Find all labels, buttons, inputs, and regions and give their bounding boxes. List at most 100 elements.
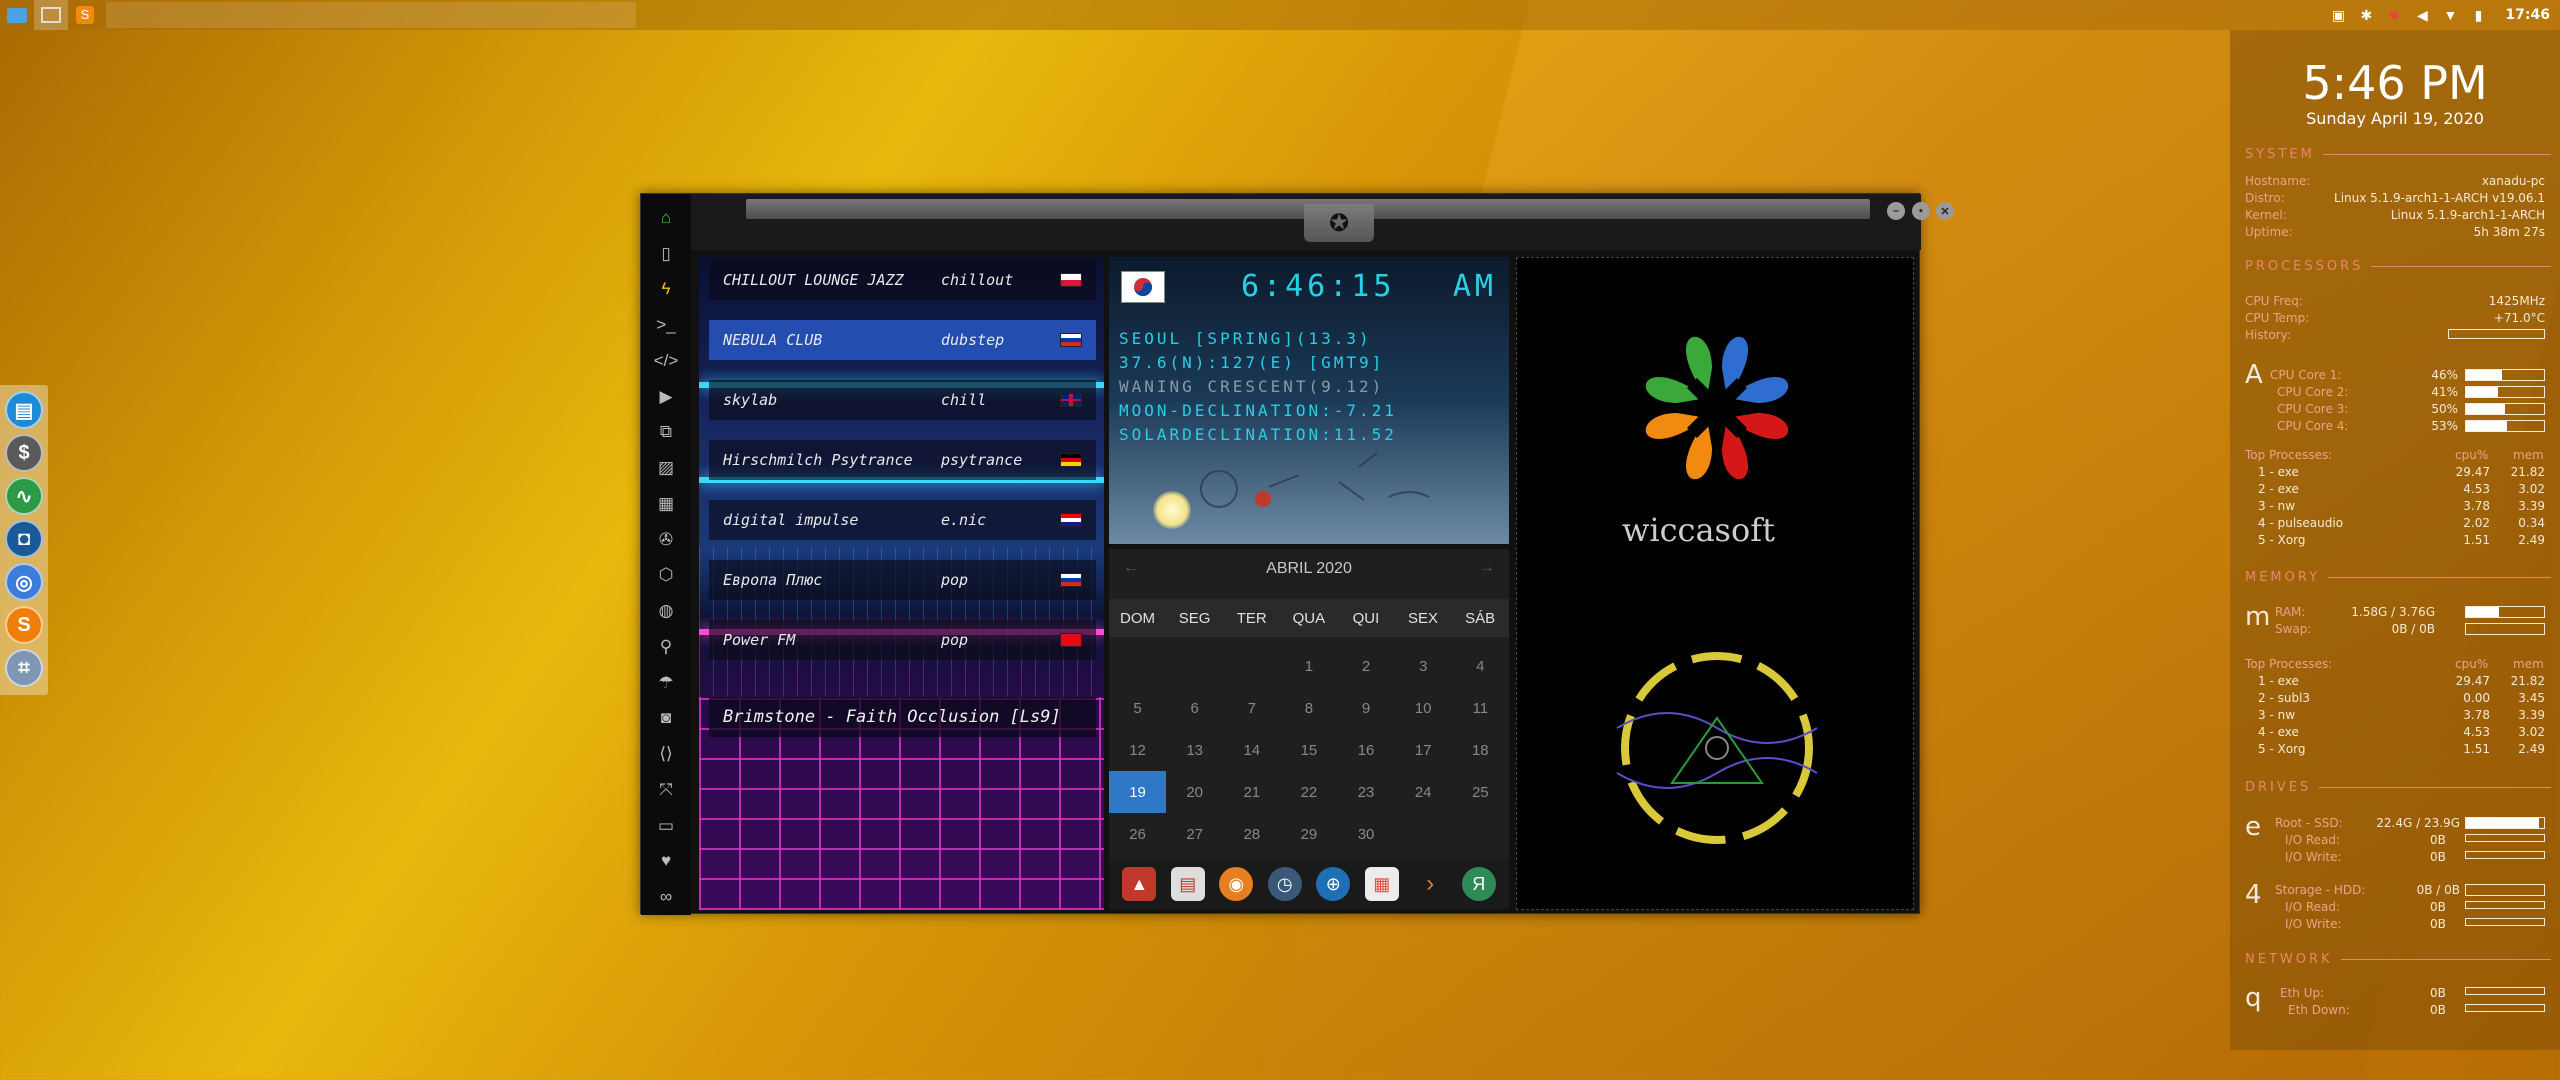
calendar-app-icon[interactable]: ▤ <box>1170 867 1205 901</box>
storage-drive-bar <box>2465 884 2545 896</box>
window-titlebar[interactable]: ✪ – ▪ ✕ <box>691 194 1954 250</box>
terminal-dollar-icon[interactable]: $ <box>5 434 43 472</box>
update-icon[interactable]: ✸ <box>2385 7 2403 23</box>
clock-app-icon[interactable]: ◷ <box>1267 867 1302 901</box>
station-row[interactable]: Европа Плюс pop <box>709 560 1096 600</box>
calendar-day[interactable]: 11 <box>1452 687 1509 729</box>
calendar-day[interactable]: 3 <box>1395 645 1452 687</box>
copy-icon[interactable]: ⧉ <box>641 415 691 451</box>
youtube-icon[interactable]: ▭ <box>641 808 691 844</box>
globe-app-icon[interactable]: ⊕ <box>1316 867 1351 901</box>
news-icon[interactable]: ▦ <box>641 486 691 522</box>
document-icon[interactable]: ▯ <box>641 236 691 272</box>
umbrella-icon[interactable]: ☂ <box>641 665 691 701</box>
station-row[interactable]: Hirschmilch Psytrance psytrance <box>709 440 1096 480</box>
maximize-button[interactable]: ▪ <box>1912 202 1930 220</box>
station-row[interactable]: skylab chill <box>709 380 1096 420</box>
code-icon[interactable]: </> <box>641 343 691 379</box>
screenshot-icon[interactable]: ▣ <box>2329 7 2347 23</box>
calendar-day[interactable]: 18 <box>1452 729 1509 771</box>
panel-clock[interactable]: 17:46 <box>2505 7 2550 23</box>
calendar-day[interactable]: 25 <box>1452 771 1509 813</box>
next-month-icon[interactable]: → <box>1479 559 1495 577</box>
calendar-day[interactable]: 9 <box>1338 687 1395 729</box>
rebel-icon[interactable]: ✇ <box>641 522 691 558</box>
calendar-day[interactable]: 10 <box>1395 687 1452 729</box>
wifi-icon[interactable]: ▼ <box>2441 7 2459 23</box>
search-icon[interactable]: ⚲ <box>641 629 691 665</box>
calendar-day[interactable]: 30 <box>1338 813 1395 855</box>
calendar-day[interactable]: 15 <box>1280 729 1337 771</box>
calendar-day[interactable]: 12 <box>1109 729 1166 771</box>
search-app-icon[interactable]: ◉ <box>1219 867 1254 901</box>
cpu-core-bar <box>2465 369 2545 381</box>
calendar-day[interactable]: 22 <box>1280 771 1337 813</box>
screenshot-app-icon[interactable]: ◘ <box>5 520 43 558</box>
calendar-day[interactable]: 17 <box>1395 729 1452 771</box>
next-app-icon[interactable]: › <box>1413 867 1447 901</box>
station-row[interactable]: NEBULA CLUB dubstep <box>709 320 1096 360</box>
calendar-day[interactable]: 2 <box>1338 645 1395 687</box>
calendar-day[interactable]: 23 <box>1338 771 1395 813</box>
calendar-day[interactable]: 19 <box>1109 771 1167 813</box>
chromium-icon[interactable]: ◎ <box>5 563 43 601</box>
io-write-label: I/O Write: <box>2285 850 2342 864</box>
calendar-day <box>1452 813 1509 855</box>
portrait-icon[interactable]: ◙ <box>641 701 691 737</box>
io-write-value: 0B <box>2430 850 2446 864</box>
browser-window-icon[interactable]: ▤ <box>5 391 43 429</box>
station-row[interactable]: CHILLOUT LOUNGE JAZZ chillout <box>709 260 1096 300</box>
calendar-day[interactable]: 27 <box>1166 813 1223 855</box>
calendar-day[interactable]: 20 <box>1166 771 1223 813</box>
calendar-day[interactable]: 21 <box>1223 771 1280 813</box>
calendar-day[interactable]: 8 <box>1280 687 1337 729</box>
calendar-day[interactable]: 28 <box>1223 813 1280 855</box>
calendar-day[interactable]: 14 <box>1223 729 1280 771</box>
taskbar-area[interactable] <box>106 2 636 28</box>
calendar-day[interactable]: 16 <box>1338 729 1395 771</box>
sublime-text-icon[interactable]: S <box>5 606 43 644</box>
calendar-day[interactable]: 26 <box>1109 813 1166 855</box>
yandex-app-icon[interactable]: Я <box>1461 867 1496 901</box>
image-icon[interactable]: ▨ <box>641 450 691 486</box>
battery-icon[interactable]: ▮ <box>2469 7 2487 23</box>
prev-month-icon[interactable]: ← <box>1123 559 1139 577</box>
calendar-day[interactable]: 24 <box>1395 771 1452 813</box>
calendar-day[interactable]: 7 <box>1223 687 1280 729</box>
calendar-day[interactable]: 5 <box>1109 687 1166 729</box>
cpu-section-icon: A <box>2245 360 2263 390</box>
widget-window: ⌂ ▯ ϟ >_ </> ▶ ⧉ ▨ ▦ ✇ ⬡ ◍ ⚲ ☂ ◙ ⟨⟩ ⤧ ▭ … <box>640 193 1954 915</box>
code-brackets-icon[interactable]: ⟨⟩ <box>641 736 691 772</box>
infinity-icon[interactable]: ∞ <box>641 879 691 915</box>
minimize-button[interactable]: – <box>1887 202 1905 220</box>
heart-icon[interactable]: ♥ <box>641 844 691 880</box>
station-row[interactable]: Power FM pop <box>709 620 1096 660</box>
calendar-day[interactable]: 4 <box>1452 645 1509 687</box>
calendar-day[interactable]: 1 <box>1280 645 1337 687</box>
bolt-icon[interactable]: ϟ <box>641 272 691 308</box>
network-globe-icon[interactable]: ⌗ <box>5 649 43 687</box>
system-monitor-icon[interactable]: ∿ <box>5 477 43 515</box>
calendar-day[interactable]: 6 <box>1166 687 1223 729</box>
calendar-day[interactable]: 13 <box>1166 729 1223 771</box>
globe-icon[interactable]: ◍ <box>641 593 691 629</box>
close-button[interactable]: ✕ <box>1936 202 1954 220</box>
now-playing[interactable]: Brimstone - Faith Occlusion [Ls9] <box>709 697 1096 737</box>
calendar-day[interactable]: 29 <box>1280 813 1337 855</box>
schedule-app-icon[interactable]: ▦ <box>1364 867 1399 901</box>
station-genre: chillout <box>941 271 1014 289</box>
eth-down-label: Eth Down: <box>2288 1003 2350 1017</box>
arrow-app-icon[interactable]: ▲ <box>1122 867 1157 901</box>
terminal-icon[interactable]: >_ <box>641 307 691 343</box>
bluetooth-icon[interactable]: ✱ <box>2357 7 2375 23</box>
play-icon[interactable]: ▶ <box>641 379 691 415</box>
home-icon[interactable]: ⌂ <box>641 200 691 236</box>
hexagon-icon[interactable]: ⬡ <box>641 558 691 594</box>
file-manager-launcher[interactable] <box>0 0 34 30</box>
expand-icon[interactable]: ⤧ <box>641 772 691 808</box>
workspace-button[interactable] <box>34 0 68 30</box>
station-row[interactable]: digital impulse e.nic <box>709 500 1096 540</box>
io-write-value-2: 0B <box>2430 917 2446 931</box>
sublime-launcher[interactable]: S <box>68 0 102 30</box>
volume-icon[interactable]: ◀ <box>2413 7 2431 23</box>
